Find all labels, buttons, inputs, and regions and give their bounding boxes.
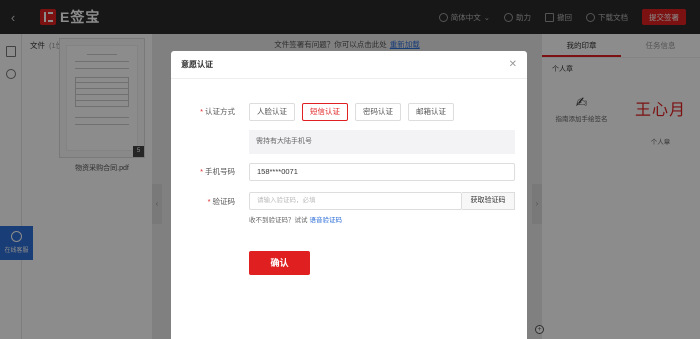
- method-password[interactable]: 密码认证: [355, 103, 401, 121]
- help-text: 收不到验证码？试试 语音验证码: [249, 217, 343, 224]
- dialog-title: 意愿认证: [181, 60, 213, 69]
- code-label: 验证码: [212, 197, 236, 206]
- get-code-button[interactable]: 获取验证码: [462, 192, 515, 210]
- confirm-button[interactable]: 确认: [249, 251, 310, 275]
- intent-auth-dialog: 意愿认证 ✕ * 认证方式 人脸认证 短信认证 密码认证 邮箱认证 需持有大陆手机…: [171, 51, 527, 339]
- phone-field[interactable]: 158****0071: [249, 163, 515, 181]
- sms-hint: 需持有大陆手机号: [249, 130, 515, 154]
- auth-methods: 人脸认证 短信认证 密码认证 邮箱认证: [249, 103, 454, 121]
- method-face[interactable]: 人脸认证: [249, 103, 295, 121]
- phone-label: 手机号码: [205, 167, 235, 176]
- method-sms[interactable]: 短信认证: [302, 103, 348, 121]
- voice-code-link[interactable]: 语音验证码: [310, 217, 343, 224]
- method-row: * 认证方式: [200, 107, 235, 116]
- method-email[interactable]: 邮箱认证: [408, 103, 454, 121]
- close-icon[interactable]: ✕: [509, 59, 517, 70]
- code-input[interactable]: 请输入验证码，必填: [249, 192, 462, 210]
- method-label: 认证方式: [205, 107, 235, 116]
